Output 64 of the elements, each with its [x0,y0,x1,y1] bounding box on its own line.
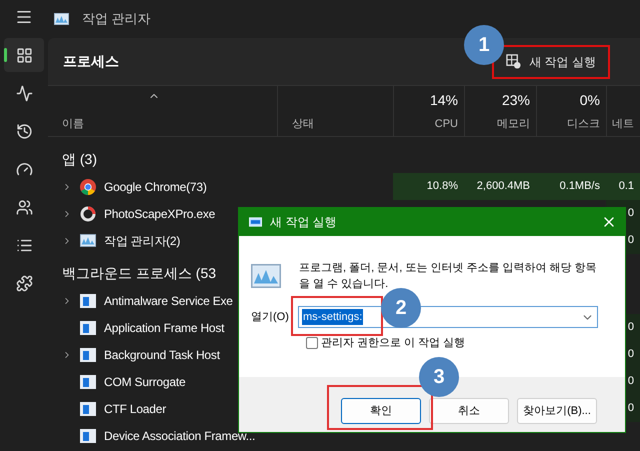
open-label: 열기(O) [251,310,290,325]
ring-icon [80,206,96,222]
checkbox-label: 관리자 권한으로 이 작업 실행 [321,336,466,351]
column-header[interactable]: 이름 [62,116,277,132]
window-icon [249,217,262,227]
process-name: Google Chrome(73) [104,178,207,196]
step-badge: 1 [464,25,504,65]
puzzle-icon [16,274,32,292]
column-header[interactable]: 메모리 [497,116,530,132]
dialog-button[interactable]: 찾아보기(B)... [517,398,597,424]
window-title: 작업 관리자 [82,10,151,28]
gauge-icon [16,160,32,178]
window-icon [80,294,96,308]
column-header[interactable]: CPU [434,116,458,132]
usage-value: 10.8% [426,179,458,194]
group-header: 백그라운드 프로세스 (53 [62,264,216,283]
usage-value: 0.1MB/s [560,179,600,194]
usage-value: 0 [628,233,634,248]
usage-value: 2,600.4MB [476,179,530,194]
column-percent: 14% [430,91,458,110]
group-header: 앱 (3) [62,150,97,169]
usage-value: 0 [628,374,634,390]
process-name: Antimalware Service Exe [104,292,233,310]
new-task-icon [506,54,522,69]
window-icon [80,320,96,334]
app-icon [251,264,281,288]
dialog-button[interactable]: 취소 [429,398,509,424]
new-task-button[interactable]: 새 작업 실행 [492,44,610,78]
process-name: Application Frame Host [104,320,224,336]
column-header[interactable]: 디스크 [567,116,600,132]
process-name: 작업 관리자(2) [104,232,180,250]
column-header[interactable]: 상태 [292,116,393,132]
processes-icon [16,46,32,64]
process-name: COM Surrogate [104,374,186,390]
column-percent: 23% [502,91,530,110]
sidebar-tab[interactable] [4,38,44,72]
window-icon [80,402,96,416]
usage-value: 0.1 [618,179,634,194]
window-icon [80,374,96,388]
window-icon [80,428,96,442]
column-percent: 0% [580,91,600,110]
users-icon [16,198,32,216]
admin-checkbox[interactable] [306,337,318,350]
usage-value: 0 [628,206,634,222]
chrome-icon [80,178,96,194]
dialog-button[interactable]: 확인 [341,398,421,424]
process-name: CTF Loader [104,400,166,418]
process-name: Device Association Framew... [104,428,256,444]
field-value: ms-settings: [302,308,364,326]
app-icon [53,13,70,25]
usage-value: 0 [628,320,634,336]
window-icon [80,348,96,362]
pulse-icon [16,84,32,102]
page-title: 프로세스 [63,52,119,71]
monitor-icon [80,234,96,247]
column-header[interactable]: 네트 [612,116,634,132]
usage-value: 0 [628,347,634,362]
dialog-title: 새 작업 실행 [270,214,337,231]
process-name: Background Task Host [104,346,220,364]
process-name: PhotoScapeXPro.exe [104,206,216,222]
menu-icon[interactable] [15,8,33,26]
selection-indicator [4,48,7,62]
usage-value: 0 [628,401,634,416]
history-icon [16,122,32,140]
